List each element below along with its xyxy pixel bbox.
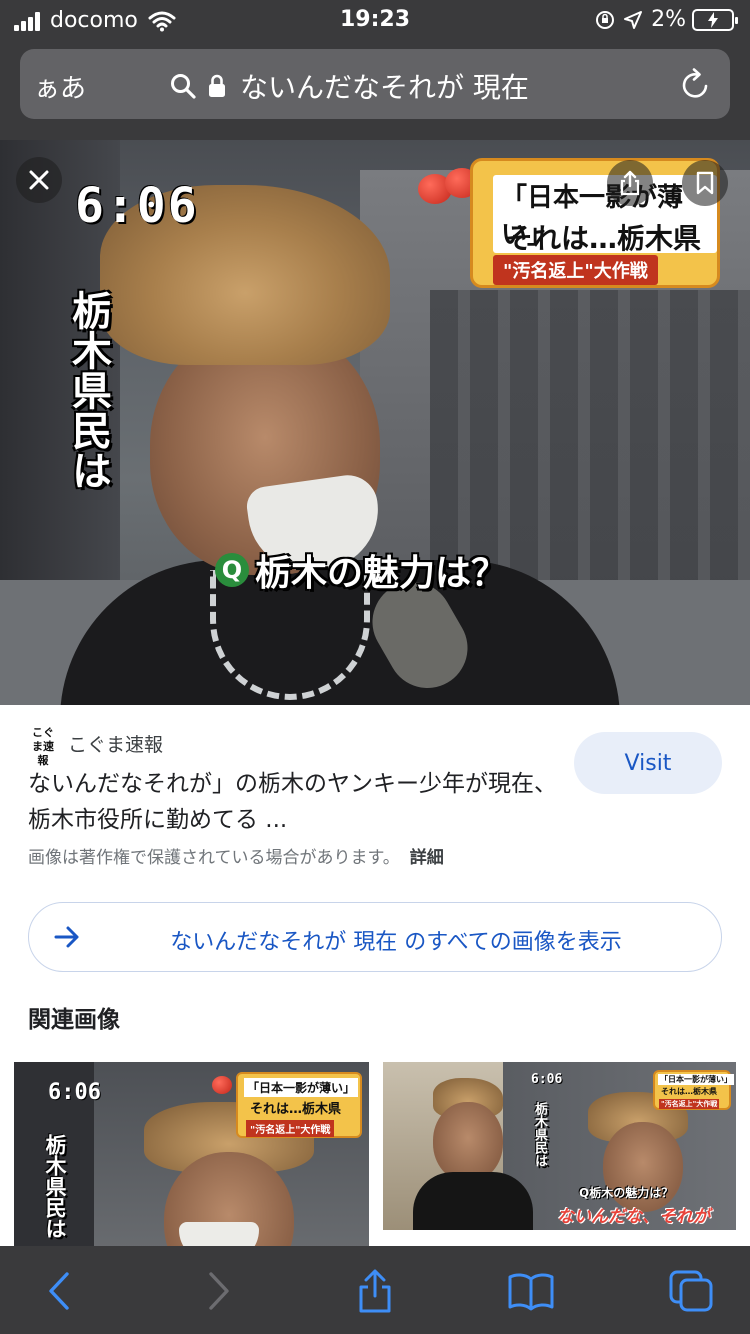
tv-clock-overlay: 6:06 <box>75 178 199 234</box>
orientation-lock-icon <box>596 10 615 29</box>
thumb1-vertical-caption: 栃木県民は <box>43 1134 67 1239</box>
book-icon <box>508 1273 554 1311</box>
related-image-2[interactable]: 6:06 栃木県民は 「日本一影が薄い」 それは…栃木県 "汚名返上"大作戦 Q… <box>383 1062 736 1230</box>
question-text: 栃木の魅力は？ <box>255 553 508 594</box>
lock-icon <box>209 74 225 97</box>
browser-toolbar <box>0 1246 750 1334</box>
main-image[interactable]: 6:06 栃木県民は Q 栃木の魅力は？ 「日本一影が薄い」 それは…栃木県 "… <box>0 140 750 705</box>
forward-chevron-icon <box>209 1272 229 1310</box>
save-image-button[interactable] <box>682 160 728 206</box>
result-title[interactable]: ないんだなそれが」の栃木のヤンキー少年が現在、栃木市役所に勤めてる ... <box>28 766 558 838</box>
thumb2-banner-line-1: 「日本一影が薄い」 <box>658 1074 734 1085</box>
close-icon <box>29 170 49 190</box>
share-icon <box>620 170 640 196</box>
status-bar: docomo 19:23 2% <box>0 0 750 42</box>
thumb1-banner-line-1: 「日本一影が薄い」 <box>244 1078 359 1097</box>
related-images-heading: 関連画像 <box>28 1007 120 1033</box>
source-logo: こぐま速報 <box>32 726 54 767</box>
banner-line-3: "汚名返上"大作戦 <box>493 255 658 285</box>
tabs-button[interactable] <box>666 1268 716 1314</box>
thumb1-banner: 「日本一影が薄い」 それは…栃木県 "汚名返上"大作戦 <box>236 1072 362 1138</box>
search-icon <box>171 74 196 99</box>
thumb1-banner-line-2: それは…栃木県 <box>250 1102 342 1117</box>
back-chevron-icon <box>49 1272 69 1310</box>
source-name[interactable]: こぐま速報 <box>68 730 163 757</box>
thumb2-question: Q栃木の魅力は？ <box>579 1186 674 1200</box>
tv-vertical-caption: 栃木県民は <box>65 290 111 490</box>
copyright-notice: 画像は著作権で保護されている場合があります。 詳細 <box>28 843 444 868</box>
share-image-button[interactable] <box>607 160 653 206</box>
result-source[interactable]: こぐま速報 こぐま速報 <box>28 726 163 767</box>
thumb2-caption: ないんだな、それが <box>557 1207 710 1227</box>
thumb2-vertical-caption: 栃木県民は <box>532 1102 547 1167</box>
share-icon <box>359 1269 391 1313</box>
banner-line-2: それは…栃木県 <box>505 222 702 255</box>
thumb2-banner-line-2: それは…栃木県 <box>661 1087 717 1096</box>
visit-button[interactable]: Visit <box>574 732 722 794</box>
thumb2-banner: 「日本一影が薄い」 それは…栃木県 "汚名返上"大作戦 <box>653 1070 734 1110</box>
bookmark-icon <box>696 171 714 195</box>
address-bar[interactable]: ぁあ ないんだなそれが 現在 <box>20 49 730 119</box>
battery-percent: 2% <box>651 7 686 32</box>
back-button[interactable] <box>34 1268 84 1314</box>
forward-button[interactable] <box>194 1268 244 1314</box>
tabs-icon <box>669 1270 713 1312</box>
bookmarks-button[interactable] <box>506 1268 556 1314</box>
address-text[interactable]: ないんだなそれが 現在 <box>240 66 529 106</box>
location-icon <box>624 10 643 29</box>
reload-icon[interactable] <box>680 67 712 101</box>
browser-top-chrome: docomo 19:23 2% ぁあ ないんだなそれが 現在 <box>0 0 750 140</box>
thumb2-banner-line-3: "汚名返上"大作戦 <box>659 1099 720 1109</box>
see-all-images-button[interactable]: ないんだなそれが 現在 のすべての画像を表示 <box>28 902 722 972</box>
thumb1-clock: 6:06 <box>48 1080 101 1105</box>
battery-icon <box>692 8 738 31</box>
text-size-button[interactable]: ぁあ <box>34 68 86 105</box>
question-badge: Q <box>215 553 249 587</box>
related-image-1[interactable]: 6:06 栃木県民は 「日本一影が薄い」 それは…栃木県 "汚名返上"大作戦 <box>14 1062 369 1262</box>
details-link[interactable]: 詳細 <box>410 848 444 868</box>
copyright-text: 画像は著作権で保護されている場合があります。 <box>28 848 400 868</box>
close-button[interactable] <box>16 157 62 203</box>
thumb2-clock: 6:06 <box>531 1072 563 1087</box>
see-all-label: ないんだなそれが 現在 のすべての画像を表示 <box>170 930 622 955</box>
share-button[interactable] <box>350 1268 400 1314</box>
tv-question-caption: Q 栃木の魅力は？ <box>215 544 507 596</box>
thumb1-banner-line-3: "汚名返上"大作戦 <box>246 1120 335 1137</box>
